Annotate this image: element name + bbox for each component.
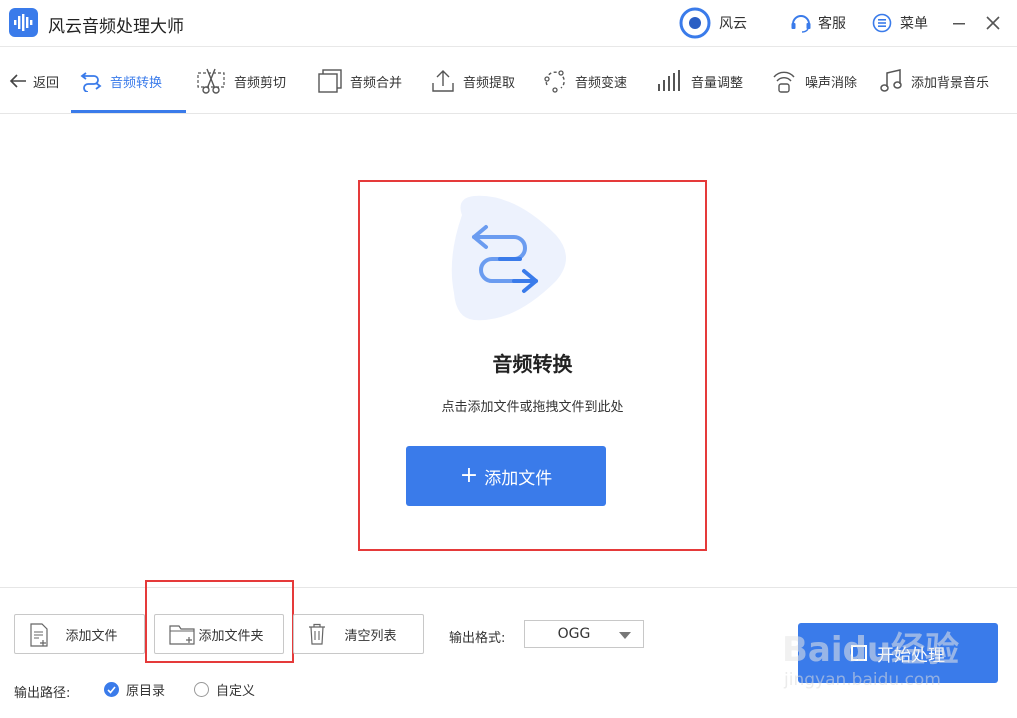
add-folder-highlight [145,580,294,663]
add-file-main-label: 添加文件 [484,468,553,489]
volume-bars-icon [658,70,680,91]
account-link[interactable]: 风云 [679,7,747,39]
minimize-icon [953,23,965,25]
plus-icon: + [459,463,479,488]
menu-label: 菜单 [900,16,928,32]
scissors-icon [197,68,225,94]
back-label: 返回 [33,75,60,91]
tab-label: 音频剪切 [234,75,287,91]
radio-original-dir-label: 原目录 [126,684,166,699]
tool-nav: 返回 音频转换 音频剪切 音频合并 音频提取 音频变速 音量调整 噪声消除 添加… [0,48,1017,114]
merge-squares-icon [318,69,342,93]
speed-dots-icon [544,70,565,93]
radio-original-dir[interactable]: 原目录 [104,680,165,699]
tab-label: 音频合并 [350,75,403,91]
tab-add-bg-music[interactable]: 添加背景音乐 [879,48,989,114]
tab-label: 噪声消除 [805,75,858,91]
radio-custom-dir-label: 自定义 [216,684,256,699]
convert-arrows-icon [80,72,102,92]
output-path-label: 输出路径: [14,686,71,701]
close-button[interactable] [982,12,1004,34]
radio-checked-icon [104,682,119,697]
output-format-value: OGG [557,626,591,642]
add-file-label: 添加文件 [65,628,118,644]
tab-label: 音量调整 [691,75,744,91]
back-arrow-icon [9,74,26,88]
fengyun-logo-icon [679,7,711,39]
menu-link[interactable]: 菜单 [872,8,928,38]
tab-audio-merge[interactable]: 音频合并 [318,48,402,114]
chevron-down-icon [619,632,631,639]
output-format-label: 输出格式: [449,631,506,646]
noise-wave-icon [773,71,795,93]
output-format-select[interactable]: OGG [524,620,644,648]
upload-tray-icon [432,70,454,92]
start-process-button[interactable]: 开始处理 [798,623,998,683]
start-square-icon [851,645,867,661]
dropzone-title: 音频转换 [492,352,573,376]
tab-label: 音频提取 [463,75,516,91]
start-process-label: 开始处理 [877,645,945,666]
headset-icon [791,15,811,33]
service-link[interactable]: 客服 [790,8,846,38]
app-title: 风云音频处理大师 [48,17,184,37]
clear-list-button[interactable]: 清空列表 [293,614,424,654]
radio-custom-dir[interactable]: 自定义 [194,680,255,699]
minimize-button[interactable] [948,12,970,34]
tab-audio-convert[interactable]: 音频转换 [80,48,162,114]
tab-label: 音频变速 [575,75,628,91]
add-file-main-button[interactable]: + 添加文件 [406,446,606,506]
close-icon [986,16,1000,30]
dropzone-hint: 点击添加文件或拖拽文件到此处 [441,400,624,415]
tab-label: 添加背景音乐 [911,75,990,91]
add-file-button[interactable]: 添加文件 [14,614,145,654]
tab-noise-removal[interactable]: 噪声消除 [771,48,857,114]
tab-audio-speed[interactable]: 音频变速 [543,48,627,114]
tab-volume-adjust[interactable]: 音量调整 [657,48,743,114]
tab-audio-cut[interactable]: 音频剪切 [196,48,286,114]
active-tab-indicator [71,110,186,113]
music-note-icon [880,69,902,92]
radio-unchecked-icon [194,682,209,697]
title-bar: 风云音频处理大师 风云 客服 菜单 [0,0,1017,47]
service-label: 客服 [818,16,846,32]
clear-list-label: 清空列表 [344,628,397,644]
tab-audio-extract[interactable]: 音频提取 [431,48,515,114]
account-label: 风云 [719,16,747,32]
tab-label: 音频转换 [110,75,163,91]
menu-list-icon [872,13,892,33]
app-logo-waveform-icon [9,8,38,37]
convert-illustration-icon [451,195,566,321]
back-button[interactable]: 返回 [9,48,59,114]
